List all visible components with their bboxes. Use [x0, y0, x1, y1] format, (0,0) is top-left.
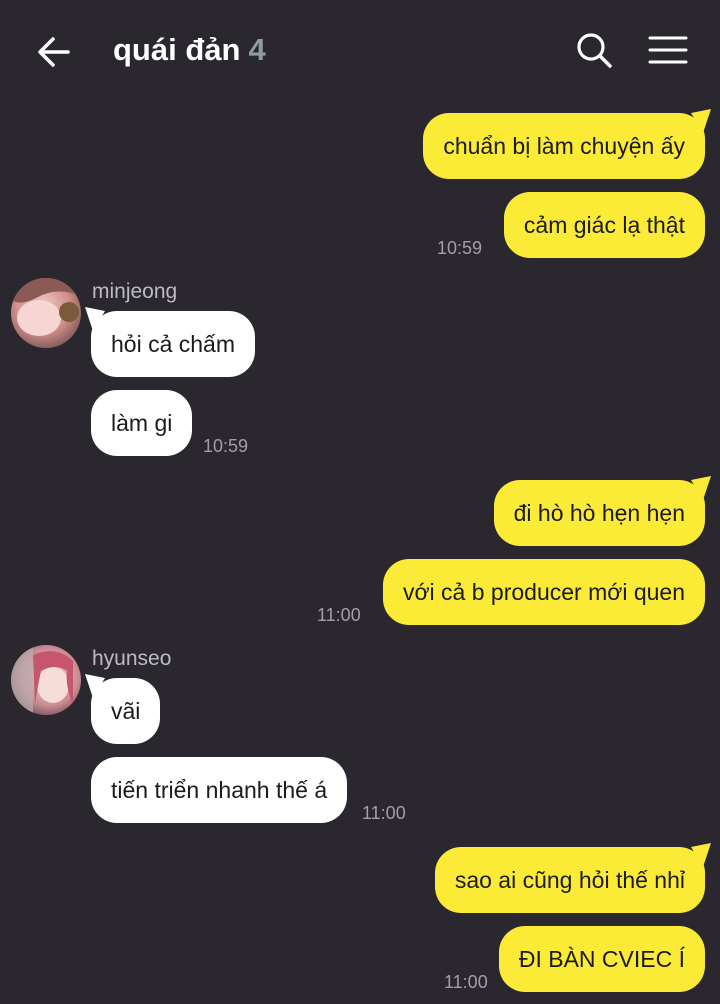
search-icon[interactable]	[572, 28, 616, 72]
message-timestamp: 10:59	[437, 238, 483, 258]
message-text: làm gi	[111, 410, 173, 436]
my-message-bubble[interactable]: đi hò hò hẹn hẹn	[493, 476, 711, 546]
my-message-bubble[interactable]: với cả b producer mới quen	[382, 559, 705, 625]
bubble-tail	[85, 674, 105, 698]
message-timestamp: 11:00	[362, 803, 406, 823]
hamburger-menu-icon[interactable]	[646, 28, 690, 72]
sender-name: minjeong	[92, 280, 178, 303]
bubble-tail	[691, 109, 711, 133]
message-text: với cả b producer mới quen	[402, 579, 685, 605]
bubble-tail	[691, 843, 711, 867]
sender-name: hyunseo	[92, 647, 172, 670]
chat-name: quái đản	[113, 32, 241, 67]
avatar[interactable]	[11, 645, 81, 715]
message-text: ĐI BÀN CVIEC Í	[518, 946, 685, 972]
message-timestamp: 11:00	[317, 605, 361, 625]
bubble-tail	[85, 307, 105, 331]
chat-title: quái đản 4	[113, 30, 266, 70]
their-message-bubble[interactable]: làm gi	[91, 390, 193, 456]
arrow-left-icon[interactable]	[32, 30, 76, 74]
message-text: cảm giác lạ thật	[523, 212, 685, 238]
my-message-bubble[interactable]: chuẩn bị làm chuyện ấy	[423, 109, 711, 179]
message-text: đi hò hò hẹn hẹn	[513, 500, 685, 526]
member-count: 4	[248, 32, 266, 67]
avatar[interactable]	[11, 278, 81, 348]
message-text: tiến triển nhanh thế á	[111, 777, 328, 803]
message-text: sao ai cũng hỏi thế nhỉ	[454, 867, 685, 893]
bubble-tail	[691, 476, 711, 500]
message-text: vãi	[111, 698, 141, 724]
their-message-bubble[interactable]: vãi	[85, 674, 161, 744]
my-message-bubble[interactable]: ĐI BÀN CVIEC Í	[498, 926, 705, 992]
my-message-bubble[interactable]: cảm giác lạ thật	[503, 192, 705, 258]
their-message-bubble[interactable]: hỏi cả chấm	[85, 307, 256, 377]
message-text: hỏi cả chấm	[111, 331, 236, 357]
avatar-image	[11, 278, 81, 348]
their-message-bubble[interactable]: tiến triển nhanh thế á	[91, 757, 348, 823]
chat-header: quái đản 4	[0, 0, 720, 100]
message-timestamp: 10:59	[203, 436, 249, 456]
message-timestamp: 11:00	[444, 972, 488, 992]
avatar-image	[11, 645, 81, 715]
my-message-bubble[interactable]: sao ai cũng hỏi thế nhỉ	[434, 843, 711, 913]
message-text: chuẩn bị làm chuyện ấy	[443, 133, 685, 159]
